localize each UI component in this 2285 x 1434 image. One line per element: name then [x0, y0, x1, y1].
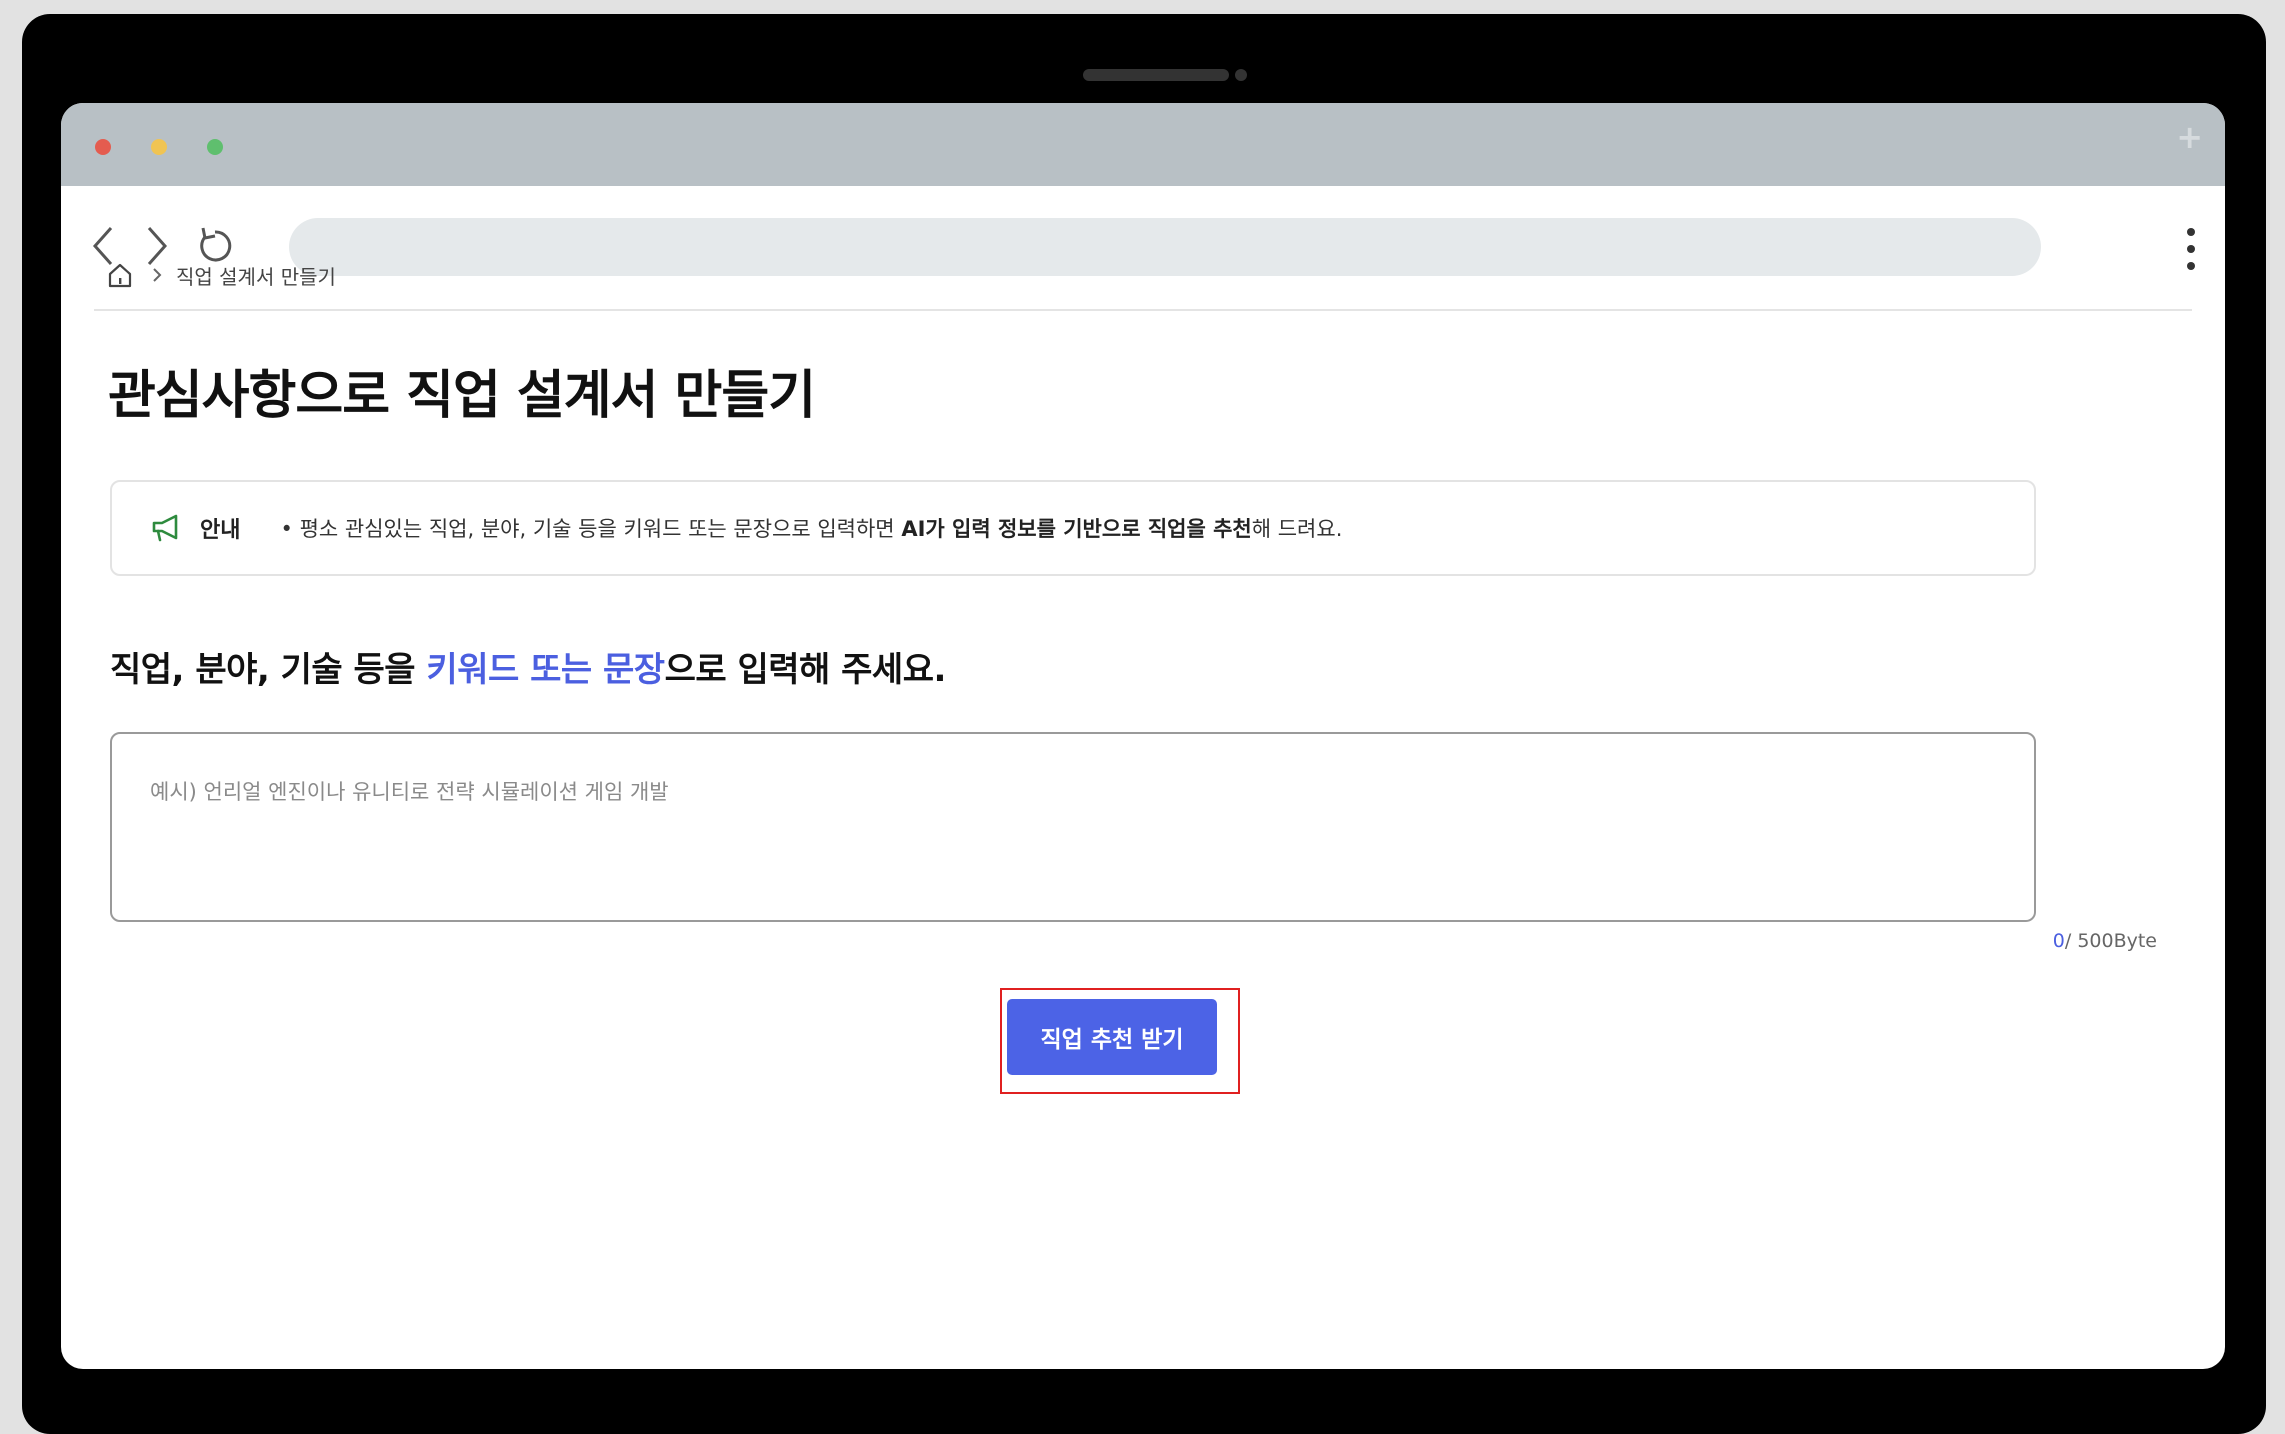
- interest-input[interactable]: [112, 734, 2034, 920]
- browser-titlebar: +: [61, 103, 2225, 186]
- input-prompt: 직업, 분야, 기술 등을 키워드 또는 문장으로 입력해 주세요.: [110, 642, 946, 691]
- address-bar[interactable]: [289, 218, 2041, 276]
- prompt-post: 으로 입력해 주세요.: [664, 650, 947, 690]
- minimize-window-button[interactable]: [151, 139, 167, 155]
- more-options-icon[interactable]: [2185, 224, 2197, 276]
- page-title: 관심사항으로 직업 설계서 만들기: [108, 366, 816, 426]
- notice-text: • 평소 관심있는 직업, 분야, 기술 등을 키워드 또는 문장으로 입력하면…: [280, 513, 1342, 543]
- notice-text-pre: 평소 관심있는 직업, 분야, 기술 등을 키워드 또는 문장으로 입력하면: [299, 517, 902, 541]
- byte-counter: 0/ 500Byte: [2053, 930, 2157, 952]
- notice-text-bold: AI가 입력 정보를 기반으로 직업을 추천: [901, 517, 1252, 541]
- notice-label: 안내: [200, 518, 241, 543]
- notice-text-post: 해 드려요.: [1251, 517, 1343, 541]
- notice-box: 안내 • 평소 관심있는 직업, 분야, 기술 등을 키워드 또는 문장으로 입…: [110, 480, 2036, 576]
- camera-notch: [1083, 69, 1229, 81]
- breadcrumb-current: 직업 설계서 만들기: [176, 264, 336, 289]
- home-icon[interactable]: [106, 261, 134, 289]
- interest-input-box: [110, 732, 2036, 922]
- breadcrumb: 직업 설계서 만들기: [106, 260, 336, 290]
- camera-lens: [1235, 69, 1247, 81]
- prompt-pre: 직업, 분야, 기술 등을: [110, 650, 427, 690]
- toolbar-divider: [94, 309, 2192, 311]
- prompt-accent: 키워드 또는 문장: [426, 650, 665, 690]
- byte-limit: / 500Byte: [2064, 930, 2157, 952]
- byte-count: 0: [2052, 930, 2065, 952]
- chevron-right-icon: [153, 268, 162, 282]
- megaphone-icon: [152, 514, 178, 542]
- get-job-recommendation-button[interactable]: 직업 추천 받기: [1007, 999, 1217, 1075]
- close-window-button[interactable]: [95, 139, 111, 155]
- new-tab-icon[interactable]: +: [2176, 121, 2203, 153]
- browser-toolbar: [61, 186, 2225, 315]
- maximize-window-button[interactable]: [207, 139, 223, 155]
- notice-bullet: •: [280, 517, 293, 541]
